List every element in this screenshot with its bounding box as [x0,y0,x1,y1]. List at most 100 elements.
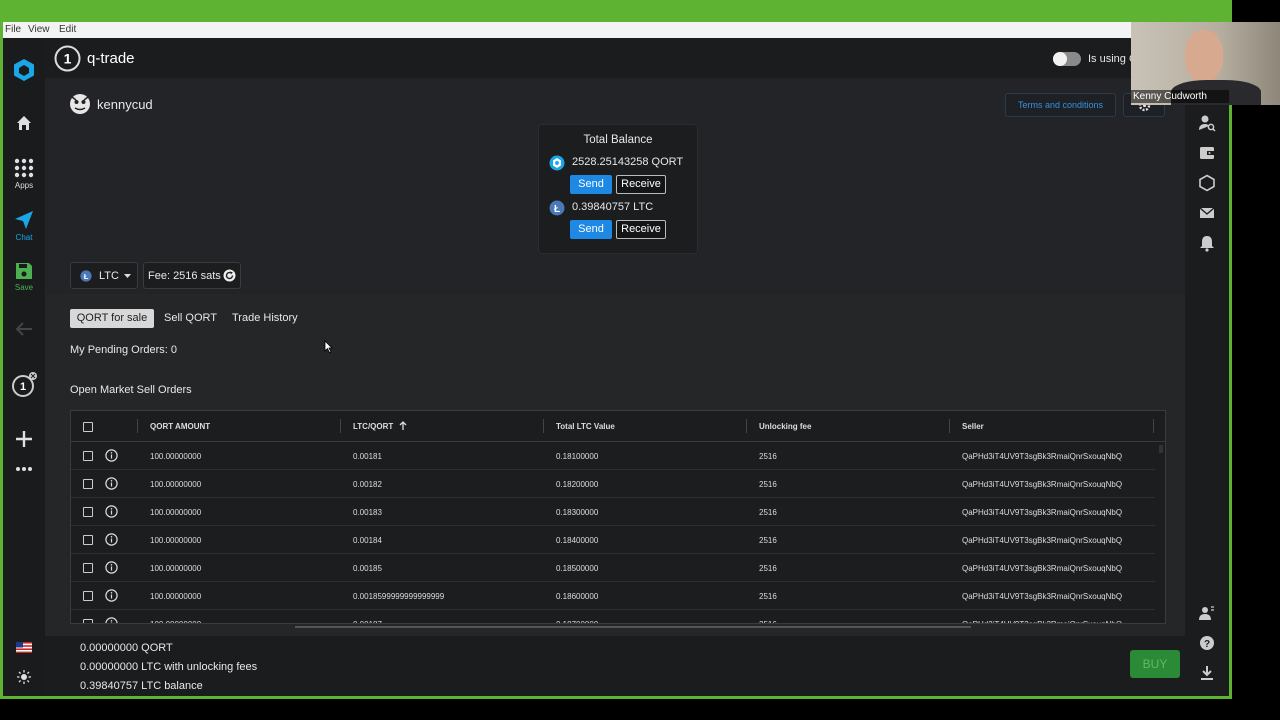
svg-text:1: 1 [64,51,72,67]
col-unlocking-fee[interactable]: Unlocking fee [759,422,811,431]
refresh-icon[interactable] [223,269,236,282]
coin-select[interactable]: Ł LTC [70,262,138,289]
save-nav[interactable]: Save [3,262,45,292]
tab-sell-qort[interactable]: Sell QORT [164,312,217,324]
app-header: 1 q-trade Is using G [45,38,1185,78]
menu-view[interactable]: View [28,24,50,35]
menu-file[interactable]: File [5,24,21,35]
column-separator [949,419,950,433]
receive-ltc-button[interactable]: Receive [616,220,666,239]
webcam-person [1185,30,1223,82]
row-checkbox[interactable] [83,479,93,489]
cell-unlocking-fee: 2516 [759,536,777,545]
hexagon-icon[interactable] [1198,174,1216,192]
cell-unlocking-fee: 2516 [759,480,777,489]
table-row[interactable]: 100.00000000 0.00183 0.18300000 2516 QaPHd3i… [71,498,1155,526]
sun-theme-icon[interactable] [3,670,45,684]
bell-icon[interactable] [1198,234,1216,252]
table-row[interactable]: 100.00000000 0.00184 0.18400000 2516 QaPHd3i… [71,526,1155,554]
info-icon[interactable] [105,533,118,546]
select-all-checkbox[interactable] [83,422,93,432]
tab-trade-history[interactable]: Trade History [232,312,298,324]
total-balance-card: Total Balance 2528.25143258 QORT Send Re… [538,124,698,254]
row-checkbox[interactable] [83,535,93,545]
balance-title: Total Balance [583,134,653,146]
col-seller[interactable]: Seller [962,422,984,431]
summary-qort: 0.00000000 QORT [80,642,173,654]
user-support-icon[interactable] [1198,604,1216,622]
table-scrollbar[interactable] [1159,445,1163,453]
is-using-toggle[interactable] [1053,52,1081,66]
info-icon[interactable] [105,505,118,518]
row-checkbox[interactable] [83,591,93,601]
cell-ltc-qort: 0.00187 [353,620,382,623]
info-icon[interactable] [105,561,118,574]
table-row[interactable]: 100.00000000 0.0018599999999999999 0.18600… [71,582,1155,610]
cell-seller: QaPHd3iT4UV9T3sgBk3RmaiQnrSxouqNbQ [962,564,1123,573]
webcam-overlay: Kenny Cudworth [1131,22,1280,105]
column-separator [137,419,138,433]
us-flag-icon[interactable] [3,642,45,653]
order-summary: 0.00000000 QORT 0.00000000 LTC with unlo… [45,636,1185,696]
cell-total-ltc: 0.18500000 [556,564,599,573]
cell-total-ltc: 0.18300000 [556,508,599,517]
horizontal-scrollbar[interactable] [295,626,971,628]
apps-nav[interactable]: Apps [3,158,45,190]
col-total-ltc[interactable]: Total LTC Value [556,422,615,431]
help-icon[interactable]: ? [1198,634,1216,652]
row-checkbox[interactable] [83,619,93,623]
cell-seller: QaPHd3iT4UV9T3sgBk3RmaiQnrSxouqNbQ [962,480,1123,489]
menu-edit[interactable]: Edit [59,24,76,35]
svg-text:Ł: Ł [84,272,89,281]
info-icon[interactable] [105,617,118,624]
send-plane-icon [15,211,33,229]
ltc-coin-icon: Ł [549,200,565,216]
row-checkbox[interactable] [83,451,93,461]
cell-ltc-qort: 0.00184 [353,536,382,545]
user-search-icon[interactable] [1198,114,1216,132]
cell-ltc-qort: 0.00185 [353,564,382,573]
cell-ltc-qort: 0.00181 [353,452,382,461]
table-row[interactable]: 100.00000000 0.00182 0.18200000 2516 QaPHd3i… [71,470,1155,498]
fee-label: Fee: 2516 sats [148,270,221,282]
cell-seller: QaPHd3iT4UV9T3sgBk3RmaiQnrSxouqNbQ [962,508,1123,517]
info-icon[interactable] [105,449,118,462]
fee-display: Fee: 2516 sats [143,262,241,289]
home-icon[interactable] [3,114,45,132]
cell-ltc-qort: 0.00182 [353,480,382,489]
wallet-icon[interactable] [1198,144,1216,162]
row-checkbox[interactable] [83,563,93,573]
qortal-logo-icon[interactable] [3,58,45,82]
q-trade-app-icon[interactable]: 1 [3,372,45,398]
table-row[interactable]: 100.00000000 0.00185 0.18500000 2516 QaPHd3i… [71,554,1155,582]
cell-total-ltc: 0.18400000 [556,536,599,545]
back-arrow-icon[interactable] [3,322,45,336]
sell-orders-table: QORT AMOUNT LTC/QORT Total LTC Value Unl… [70,410,1166,624]
sort-arrow-up-icon[interactable] [399,421,407,431]
table-row[interactable]: 100.00000000 0.00181 0.18100000 2516 QaPHd3i… [71,442,1155,470]
mail-icon[interactable] [1198,204,1216,222]
tab-qort-for-sale[interactable]: QORT for sale [70,309,154,328]
row-checkbox[interactable] [83,507,93,517]
save-label: Save [14,283,34,292]
chat-nav[interactable]: Chat [3,210,45,242]
cell-seller: QaPHd3iT4UV9T3sgBk3RmaiQnrSxouqNbQ [962,536,1123,545]
col-ltc-qort[interactable]: LTC/QORT [353,422,393,431]
user-avatar [70,94,90,114]
more-icon[interactable] [3,466,45,472]
cell-qort-amount: 100.00000000 [150,536,202,545]
buy-button[interactable]: BUY [1130,650,1180,678]
add-icon[interactable] [3,430,45,448]
send-ltc-button[interactable]: Send [570,220,612,239]
table-row[interactable]: 100.00000000 0.00187 0.18700000 2516 QaPHd3i… [71,610,1155,624]
send-qort-button[interactable]: Send [570,175,612,194]
floppy-disk-icon [16,263,32,279]
info-icon[interactable] [105,589,118,602]
download-icon[interactable] [1198,664,1216,682]
info-icon[interactable] [105,477,118,490]
terms-button[interactable]: Terms and conditions [1005,93,1116,117]
col-qort-amount[interactable]: QORT AMOUNT [150,422,210,431]
cell-unlocking-fee: 2516 [759,508,777,517]
receive-qort-button[interactable]: Receive [616,175,666,194]
column-separator [746,419,747,433]
